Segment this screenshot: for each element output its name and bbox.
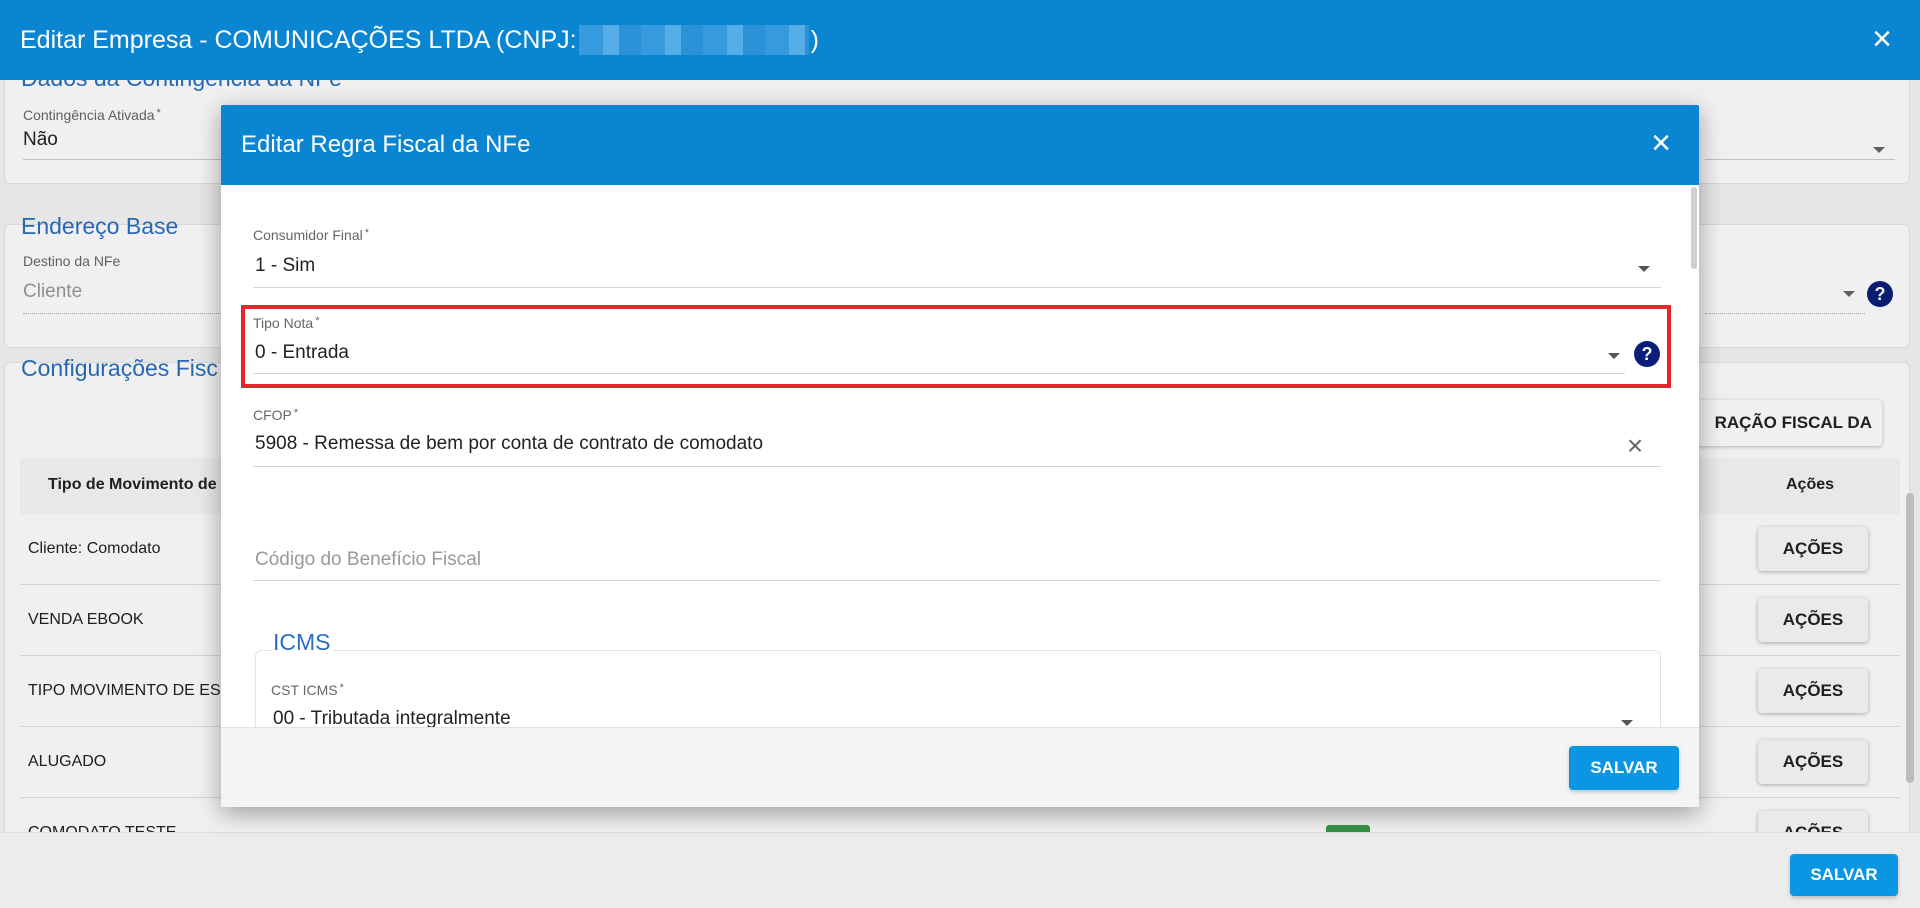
dialog-body: Consumidor Final * 1 - Sim Tipo Nota * 0 -…: [221, 185, 1699, 727]
chevron-down-icon[interactable]: [1638, 266, 1650, 272]
cst-icms-label: CST ICMS *: [271, 682, 344, 698]
codigo-beneficio-input[interactable]: Código do Benefício Fiscal: [255, 549, 481, 571]
cfop-label: CFOP *: [253, 407, 299, 423]
consumidor-final-label: Consumidor Final *: [253, 227, 369, 243]
chevron-down-icon[interactable]: [1608, 353, 1620, 359]
edit-fiscal-rule-dialog: Editar Regra Fiscal da NFe × Consumidor …: [221, 105, 1699, 807]
icms-title: ICMS: [271, 629, 333, 656]
cst-icms-select[interactable]: 00 - Tributada integralmente: [273, 708, 511, 727]
clear-icon[interactable]: ×: [1623, 432, 1647, 460]
close-icon[interactable]: ×: [1643, 125, 1679, 161]
footer-bar: SALVAR: [0, 832, 1920, 908]
help-icon[interactable]: ?: [1634, 341, 1660, 367]
dialog-title: Editar Regra Fiscal da NFe: [241, 131, 531, 158]
highlight-box: [241, 305, 1671, 388]
page-title: Editar Empresa - COMUNICAÇÕES LTDA (CNPJ…: [20, 25, 819, 55]
divider: [253, 287, 1661, 288]
main-header: Editar Empresa - COMUNICAÇÕES LTDA (CNPJ…: [0, 0, 1920, 80]
dialog-header: Editar Regra Fiscal da NFe ×: [221, 105, 1699, 185]
page-title-prefix: Editar Empresa - COMUNICAÇÕES LTDA (CNPJ…: [20, 25, 577, 54]
cfop-input[interactable]: 5908 - Remessa de bem por conta de contr…: [255, 433, 763, 455]
divider: [253, 580, 1661, 581]
consumidor-final-select[interactable]: 1 - Sim: [255, 255, 315, 277]
tipo-nota-select[interactable]: 0 - Entrada: [255, 342, 349, 364]
dialog-footer: SALVAR: [221, 727, 1699, 807]
divider: [253, 466, 1661, 467]
chevron-down-icon[interactable]: [1621, 720, 1633, 726]
save-button[interactable]: SALVAR: [1790, 854, 1898, 896]
close-icon[interactable]: ×: [1866, 22, 1898, 56]
save-button[interactable]: SALVAR: [1569, 746, 1679, 790]
divider: [253, 373, 1625, 374]
scrollbar[interactable]: [1691, 187, 1697, 269]
tipo-nota-label: Tipo Nota *: [253, 315, 320, 331]
redacted-cnpj: [578, 25, 809, 55]
page-title-suffix: ): [810, 25, 819, 54]
